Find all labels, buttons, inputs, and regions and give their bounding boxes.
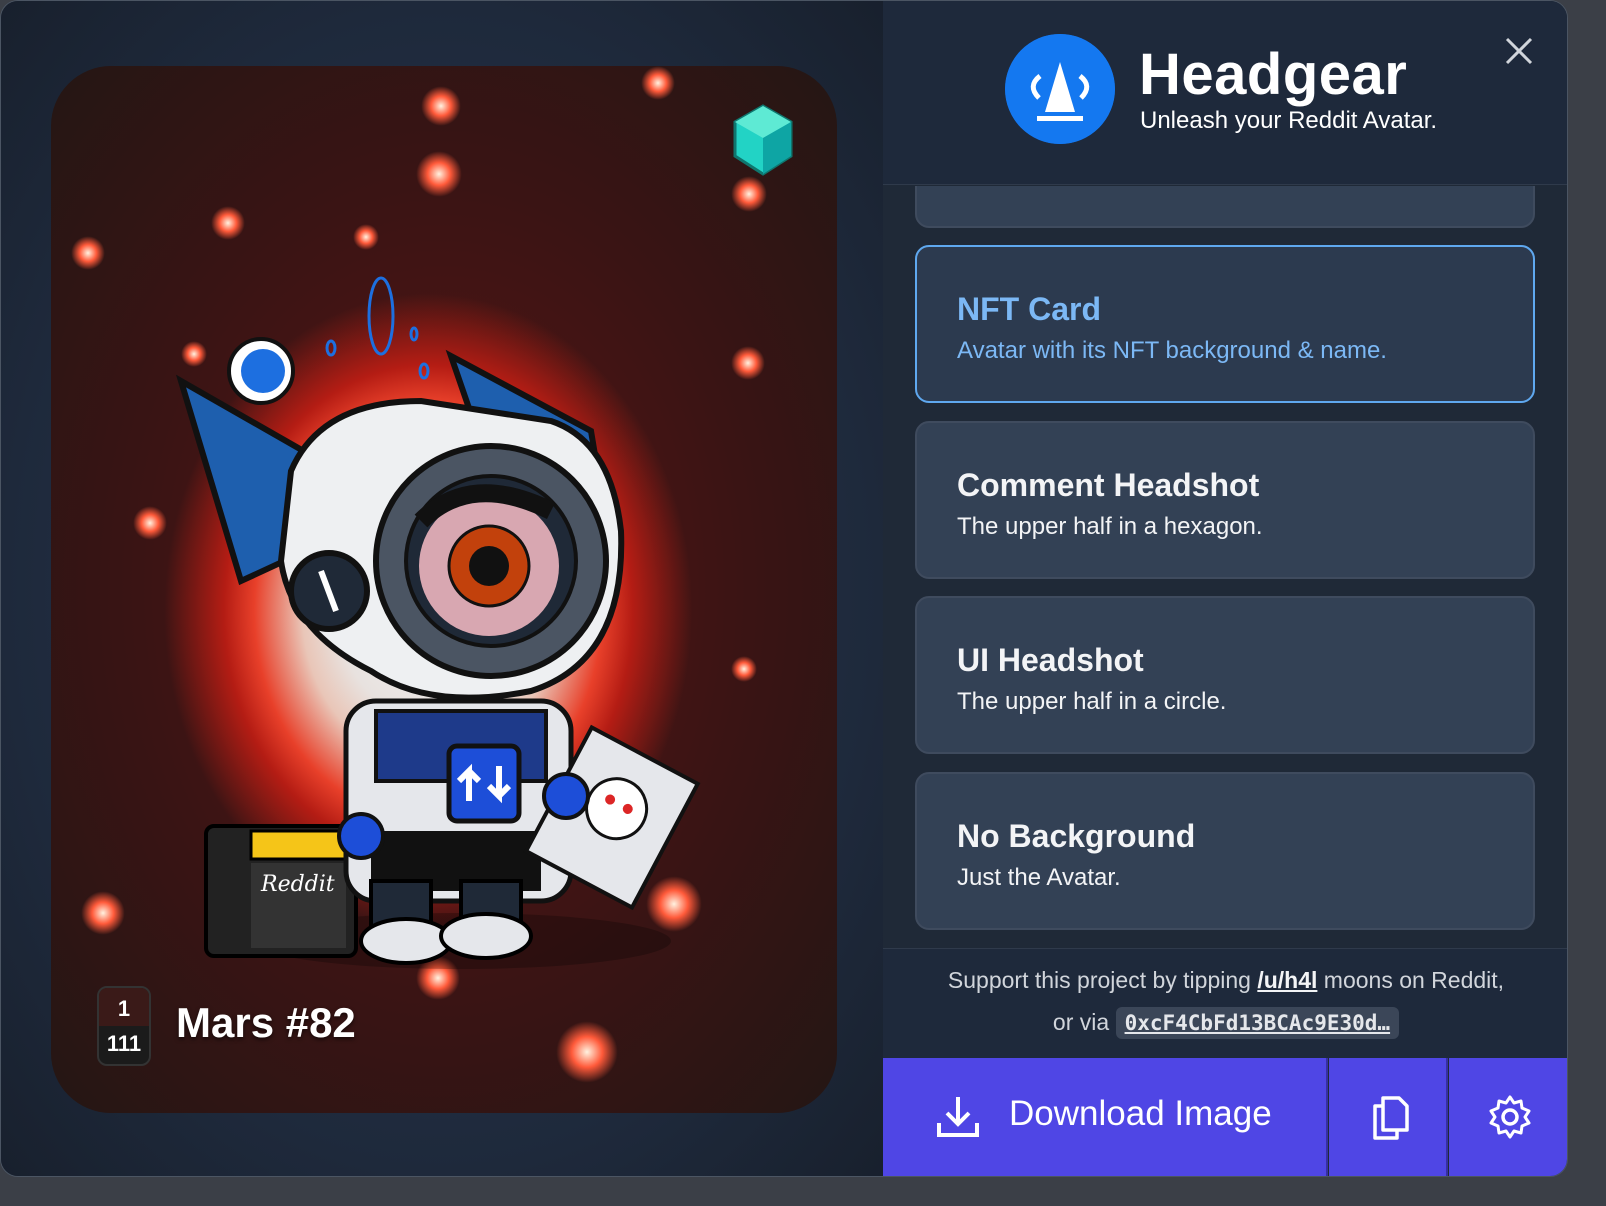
option-title: Comment Headshot <box>957 467 1260 503</box>
option-title: NFT Card <box>957 291 1101 327</box>
app-title: Headgear <box>1139 42 1408 107</box>
headgear-logo-icon <box>1005 34 1115 144</box>
user-link[interactable]: /u/h4l <box>1257 967 1317 993</box>
support-text-prefix: Support this project by tipping <box>947 967 1251 993</box>
support-message: Support this project by tipping /u/h4l m… <box>883 948 1567 1058</box>
edition-number: 1 <box>99 988 149 1026</box>
option-description: The upper half in a hexagon. <box>957 513 1263 540</box>
option-description: Just the Avatar. <box>957 864 1121 891</box>
headgear-window: Reddit 1 111 Mars #82 Headgear Unleash y… <box>0 0 1568 1177</box>
support-text-via: or via <box>1052 1009 1110 1035</box>
app-header: Headgear Unleash your Reddit Avatar. <box>883 1 1567 185</box>
copy-button[interactable] <box>1329 1058 1448 1176</box>
download-image-button[interactable]: Download Image <box>883 1058 1328 1176</box>
style-options-list[interactable]: NFT Card Avatar with its NFT background … <box>883 186 1567 948</box>
controls-panel: Headgear Unleash your Reddit Avatar. NFT… <box>883 1 1567 1176</box>
avatar-illustration: Reddit <box>175 276 701 969</box>
app-subtitle: Unleash your Reddit Avatar. <box>1140 107 1438 134</box>
support-text-suffix: moons on Reddit, <box>1323 967 1505 993</box>
option-description: Avatar with its NFT background & name. <box>957 337 1387 364</box>
edition-badge: 1 111 <box>97 986 151 1066</box>
download-icon <box>937 1097 979 1137</box>
preview-panel: Reddit 1 111 Mars #82 <box>1 1 883 1176</box>
option-comment-headshot[interactable]: Comment Headshot The upper half in a hex… <box>915 421 1535 579</box>
option-card-partial[interactable] <box>915 186 1535 228</box>
action-bar: Download Image <box>883 1058 1567 1176</box>
option-description: The upper half in a circle. <box>957 688 1227 715</box>
gear-icon <box>1489 1095 1531 1139</box>
download-label: Download Image <box>1009 1094 1272 1133</box>
option-nft-card[interactable]: NFT Card Avatar with its NFT background … <box>915 245 1535 403</box>
edition-total: 111 <box>106 1031 142 1056</box>
close-icon[interactable] <box>1503 35 1535 67</box>
settings-button[interactable] <box>1449 1058 1567 1176</box>
svg-text:Reddit: Reddit <box>260 872 335 897</box>
option-title: UI Headshot <box>957 642 1144 678</box>
option-title: No Background <box>957 818 1196 854</box>
option-ui-headshot[interactable]: UI Headshot The upper half in a circle. <box>915 596 1535 754</box>
amp-image: Reddit <box>204 824 358 958</box>
option-no-background[interactable]: No Background Just the Avatar. <box>915 772 1535 930</box>
copy-icon <box>1373 1096 1409 1140</box>
nft-name: Mars #82 <box>176 999 356 1046</box>
wallet-address[interactable]: 0xcF4CbFd13BCAc9E30d… <box>1115 1007 1400 1039</box>
gem-icon <box>733 104 793 176</box>
